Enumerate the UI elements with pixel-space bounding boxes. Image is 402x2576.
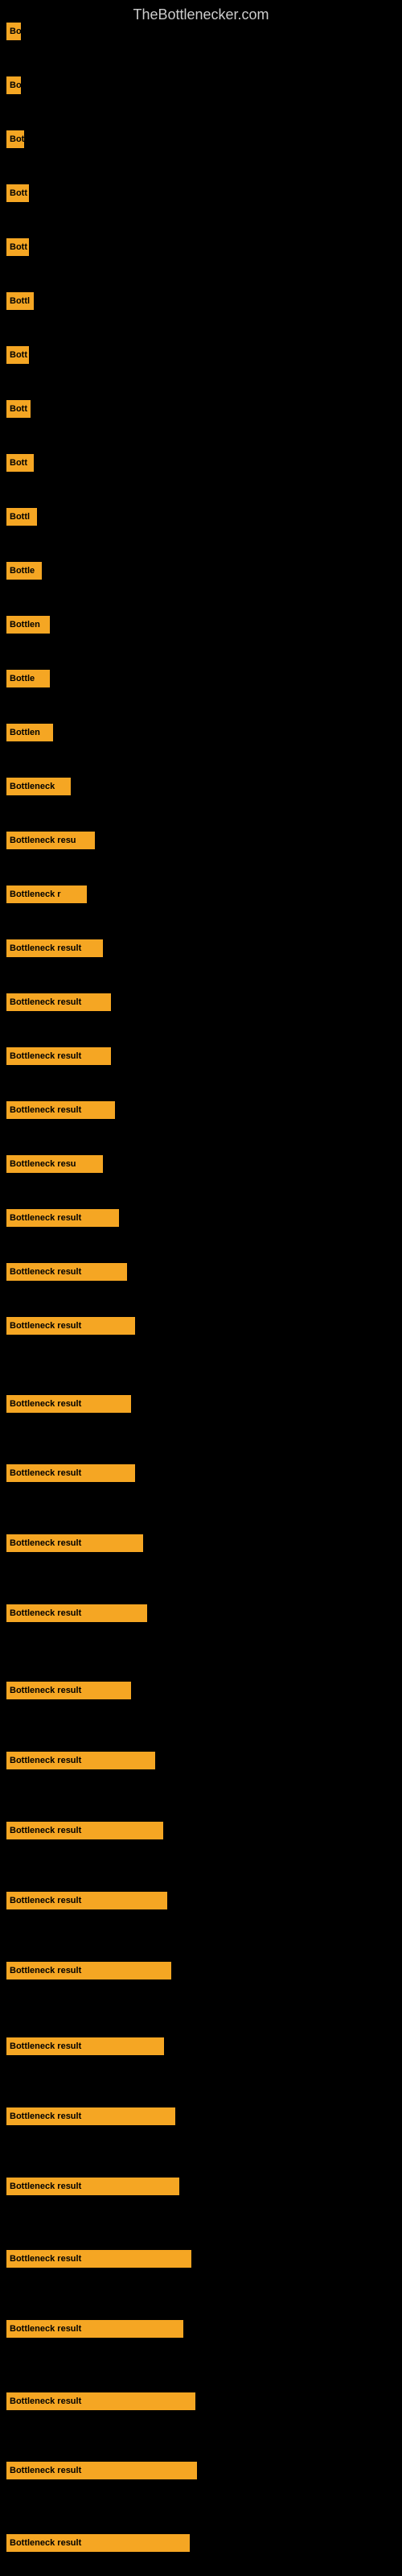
bar-label: Bottleneck result (6, 1962, 171, 1979)
bar-item: Bottlen (6, 724, 53, 741)
bar-item: Bottleneck result (6, 2037, 164, 2055)
bar-item: Bo (6, 76, 21, 94)
bar-item: Bottleneck resu (6, 832, 95, 849)
bar-item: Bottleneck result (6, 2320, 183, 2338)
bar-item: Bottle (6, 670, 50, 687)
bar-item: Bottleneck result (6, 2534, 190, 2552)
bar-item: Bottle (6, 562, 42, 580)
bar-item: Bottleneck result (6, 993, 111, 1011)
bar-item: Bottleneck result (6, 2392, 195, 2410)
bar-label: Bottleneck result (6, 2037, 164, 2055)
bar-item: Bottleneck (6, 778, 71, 795)
bar-item: Bottleneck result (6, 1534, 143, 1552)
bar-label: Bottleneck resu (6, 832, 95, 849)
bar-label: Bottleneck result (6, 2178, 179, 2195)
bar-label: Bottleneck result (6, 1752, 155, 1769)
bar-item: Bottl (6, 292, 34, 310)
bar-label: Bottlen (6, 616, 50, 634)
bar-item: Bottleneck result (6, 1317, 135, 1335)
bar-label: Bottleneck result (6, 1464, 135, 1482)
bar-label: Bottleneck result (6, 2107, 175, 2125)
bar-label: Bottleneck result (6, 1892, 167, 1909)
bar-label: Bottleneck result (6, 1604, 147, 1622)
bar-item: Bottleneck result (6, 1604, 147, 1622)
bar-item: Bott (6, 184, 29, 202)
bar-label: Bottleneck result (6, 1317, 135, 1335)
bar-label: Bottleneck (6, 778, 71, 795)
bar-item: Bottleneck result (6, 2250, 191, 2268)
bar-item: Bottleneck result (6, 1395, 131, 1413)
bar-label: Bottleneck result (6, 1534, 143, 1552)
bar-item: Bott (6, 346, 29, 364)
bar-label: Bo (6, 23, 21, 40)
bar-label: Bottleneck resu (6, 1155, 103, 1173)
bar-label: Bott (6, 238, 29, 256)
bar-label: Bottleneck result (6, 2462, 197, 2479)
bar-label: Bottlen (6, 724, 53, 741)
bar-item: Bottleneck result (6, 1752, 155, 1769)
bar-label: Bottleneck result (6, 1101, 115, 1119)
bar-item: Bottleneck result (6, 1209, 119, 1227)
bar-item: Bott (6, 454, 34, 472)
bar-label: Bott (6, 454, 34, 472)
bar-label: Bottleneck result (6, 2392, 195, 2410)
bar-item: Bottleneck result (6, 2462, 197, 2479)
bar-item: Bottl (6, 508, 37, 526)
bar-label: Bottl (6, 292, 34, 310)
bar-label: Bott (6, 130, 24, 148)
bar-label: Bottleneck result (6, 939, 103, 957)
bar-item: Bott (6, 238, 29, 256)
bar-label: Bottle (6, 670, 50, 687)
bar-label: Bott (6, 346, 29, 364)
bar-item: Bottlen (6, 616, 50, 634)
bar-label: Bottle (6, 562, 42, 580)
bar-label: Bottleneck result (6, 2320, 183, 2338)
bar-item: Bottleneck result (6, 1822, 163, 1839)
bar-item: Bottleneck result (6, 2178, 179, 2195)
bar-label: Bottleneck result (6, 1263, 127, 1281)
bar-label: Bo (6, 76, 21, 94)
bar-label: Bottleneck result (6, 2534, 190, 2552)
bar-item: Bott (6, 130, 24, 148)
bar-item: Bottleneck result (6, 1464, 135, 1482)
bar-item: Bottleneck result (6, 2107, 175, 2125)
bar-label: Bottleneck result (6, 1209, 119, 1227)
bar-item: Bottleneck result (6, 1101, 115, 1119)
bar-label: Bottleneck result (6, 1395, 131, 1413)
bar-item: Bottleneck result (6, 1263, 127, 1281)
bar-item: Bott (6, 400, 31, 418)
bar-label: Bottleneck result (6, 1047, 111, 1065)
bar-label: Bottleneck r (6, 886, 87, 903)
bar-item: Bottleneck result (6, 1047, 111, 1065)
bar-label: Bottleneck result (6, 993, 111, 1011)
bar-item: Bottleneck r (6, 886, 87, 903)
bar-label: Bottleneck result (6, 2250, 191, 2268)
bar-label: Bott (6, 184, 29, 202)
bar-item: Bo (6, 23, 21, 40)
bar-item: Bottleneck result (6, 1682, 131, 1699)
site-title: TheBottlenecker.com (0, 0, 402, 33)
bar-label: Bottleneck result (6, 1822, 163, 1839)
bar-item: Bottleneck result (6, 1892, 167, 1909)
bar-item: Bottleneck result (6, 939, 103, 957)
bar-label: Bottl (6, 508, 37, 526)
bar-label: Bottleneck result (6, 1682, 131, 1699)
bar-item: Bottleneck resu (6, 1155, 103, 1173)
bar-label: Bott (6, 400, 31, 418)
bar-item: Bottleneck result (6, 1962, 171, 1979)
